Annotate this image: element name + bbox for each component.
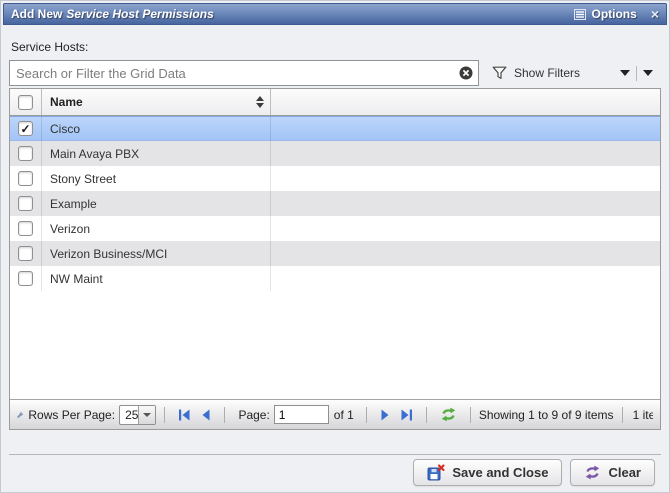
dialog-titlebar: Add New Service Host Permissions Options…	[3, 3, 667, 25]
page-number-input[interactable]	[274, 405, 329, 424]
row-name: Verizon Business/MCI	[50, 247, 167, 261]
clear-refresh-icon	[584, 465, 601, 480]
rows-per-page-label: Rows Per Page:	[28, 408, 115, 422]
row-checkbox[interactable]: ✓	[18, 121, 33, 136]
row-checkbox[interactable]	[18, 221, 33, 236]
row-name: NW Maint	[50, 272, 103, 286]
options-label: Options	[591, 7, 636, 21]
table-row[interactable]: Main Avaya PBX	[10, 141, 660, 166]
show-filters-toggle[interactable]: Show Filters	[492, 66, 580, 80]
rows-per-page-select[interactable]: 25	[119, 405, 156, 425]
last-page-button[interactable]	[400, 409, 413, 421]
save-icon	[427, 464, 445, 481]
clear-search-icon[interactable]	[459, 66, 473, 80]
filter-menu-caret-icon[interactable]	[620, 70, 630, 76]
row-name: Example	[50, 197, 97, 211]
table-row[interactable]: Verizon	[10, 216, 660, 241]
refresh-icon[interactable]	[440, 407, 457, 422]
chevron-down-icon	[143, 413, 151, 417]
row-name: Verizon	[50, 222, 90, 236]
page-of-label: of 1	[334, 408, 354, 422]
show-filters-label: Show Filters	[514, 66, 580, 80]
table-row[interactable]: NW Maint	[10, 266, 660, 291]
sort-icon[interactable]	[256, 96, 264, 108]
rows-per-page-dropdown-button[interactable]	[138, 406, 155, 424]
dialog-title: Add New Service Host Permissions	[11, 7, 214, 21]
service-hosts-label: Service Hosts:	[11, 40, 659, 54]
save-and-close-button[interactable]: Save and Close	[413, 459, 562, 486]
dialog-title-prefix: Add New	[11, 7, 62, 21]
dialog-title-emphasis: Service Host Permissions	[66, 7, 213, 21]
save-and-close-label: Save and Close	[452, 465, 548, 480]
row-checkbox[interactable]	[18, 171, 33, 186]
table-row[interactable]: Verizon Business/MCI	[10, 241, 660, 266]
options-button[interactable]: Options	[574, 7, 636, 21]
dialog-body: Service Hosts: Show Filters	[3, 25, 667, 490]
caret-separator	[636, 66, 637, 81]
clear-label: Clear	[608, 465, 641, 480]
table-row[interactable]: Stony Street	[10, 166, 660, 191]
grid-body: ✓ Cisco Main Avaya PBX Stony Street Exam…	[10, 116, 660, 291]
name-column-label: Name	[50, 95, 83, 109]
next-page-button[interactable]	[380, 409, 390, 421]
showing-items-status: Showing 1 to 9 of 9 items	[479, 408, 614, 422]
grid-header-row: Name	[10, 89, 660, 116]
row-name: Main Avaya PBX	[50, 147, 139, 161]
page-label: Page:	[238, 408, 269, 422]
search-input[interactable]	[9, 60, 479, 86]
row-name: Stony Street	[50, 172, 116, 186]
service-hosts-grid: Name ✓ Cisco Main Avaya PBX	[9, 88, 661, 430]
add-new-service-host-permissions-dialog: Add New Service Host Permissions Options…	[0, 0, 670, 493]
options-list-icon	[574, 9, 586, 20]
select-all-checkbox[interactable]	[18, 95, 33, 110]
row-checkbox[interactable]	[18, 271, 33, 286]
grid-pagination-toolbar: Rows Per Page: 25 Page: of 1	[10, 399, 660, 429]
close-icon[interactable]: ×	[651, 7, 659, 21]
grid-menu-caret-icon[interactable]	[643, 70, 653, 76]
row-checkbox[interactable]	[18, 246, 33, 261]
first-page-button[interactable]	[178, 409, 191, 421]
row-checkbox[interactable]	[18, 146, 33, 161]
search-filter-row: Show Filters	[9, 60, 661, 86]
filter-funnel-icon	[492, 66, 507, 80]
table-row[interactable]: ✓ Cisco	[10, 116, 660, 141]
dialog-button-bar: Save and Close Clear	[9, 454, 661, 490]
grid-settings-wrench-icon[interactable]	[17, 407, 23, 423]
row-checkbox[interactable]	[18, 196, 33, 211]
selection-count-status: 1 item sel	[633, 408, 653, 422]
grid-empty-area	[10, 291, 660, 399]
row-name: Cisco	[50, 122, 80, 136]
rows-per-page-value: 25	[120, 408, 138, 422]
clear-button[interactable]: Clear	[570, 459, 655, 486]
table-row[interactable]: Example	[10, 191, 660, 216]
name-column-header[interactable]: Name	[42, 89, 271, 115]
previous-page-button[interactable]	[201, 409, 211, 421]
